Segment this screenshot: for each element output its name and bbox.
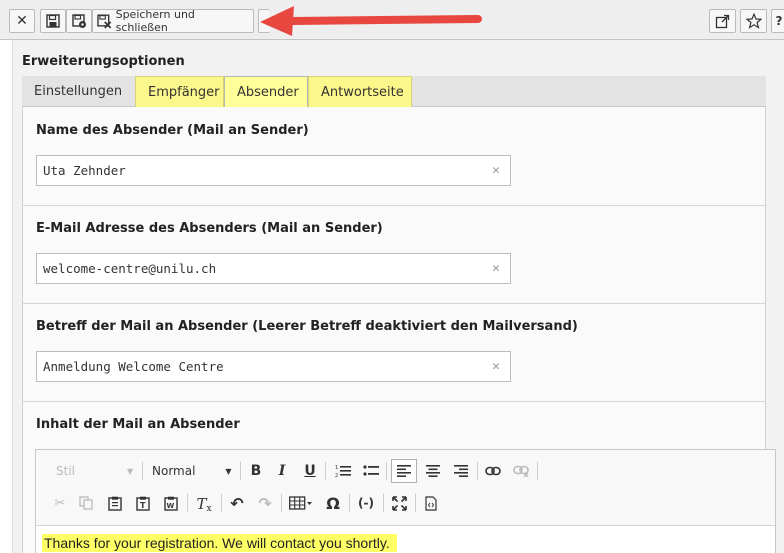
sender-name-field: Name des Absender (Mail an Sender) Uta Z… xyxy=(22,107,766,206)
paste-word-icon[interactable]: W xyxy=(161,492,181,514)
svg-text:2: 2 xyxy=(335,473,338,478)
save-button[interactable] xyxy=(40,9,66,33)
format-combo-value: Normal xyxy=(152,464,196,478)
field-label: Betreff der Mail an Absender (Leerer Bet… xyxy=(36,319,578,334)
svg-text:1: 1 xyxy=(335,465,338,471)
copy-icon[interactable] xyxy=(76,492,96,514)
toolbar-separator xyxy=(142,462,143,480)
tab-label: Antwortseite xyxy=(321,84,404,100)
style-combo[interactable]: Stil ▼ xyxy=(56,460,134,482)
link-icon[interactable] xyxy=(483,460,503,482)
sender-subject-field: Betreff der Mail an Absender (Leerer Bet… xyxy=(22,304,766,402)
toolbar-separator xyxy=(537,462,538,480)
tab-antwortseite[interactable]: Antwortseite xyxy=(308,76,412,107)
input-value: Uta Zehnder xyxy=(43,163,126,178)
toolbar-separator xyxy=(349,494,350,512)
clear-icon[interactable]: ✕ xyxy=(492,163,500,178)
special-char-icon[interactable]: Ω xyxy=(323,492,343,514)
toolbar-separator xyxy=(240,462,241,480)
toolbar-separator xyxy=(386,462,387,480)
sender-email-field: E-Mail Adresse des Absenders (Mail an Se… xyxy=(22,206,766,304)
chevron-down-icon: ▼ xyxy=(127,466,134,476)
toolbar-separator xyxy=(325,462,326,480)
save-icon xyxy=(46,14,60,28)
sender-name-input[interactable]: Uta Zehnder ✕ xyxy=(36,155,511,186)
tab-bar: Einstellungen Empfänger Absender Antwort… xyxy=(22,76,766,108)
help-icon: ? xyxy=(775,14,783,28)
table-icon[interactable] xyxy=(287,492,315,514)
close-icon: ✕ xyxy=(16,13,28,29)
field-label: Name des Absender (Mail an Sender) xyxy=(36,123,309,138)
undo-icon[interactable]: ↶ xyxy=(227,492,247,514)
format-combo[interactable]: Normal ▼ xyxy=(152,460,232,482)
input-value: Anmeldung Welcome Centre xyxy=(43,359,224,374)
paste-icon[interactable] xyxy=(105,492,125,514)
save-view-icon xyxy=(71,13,86,28)
align-right-icon[interactable] xyxy=(451,460,471,482)
rich-text-editor: Stil ▼ Normal ▼ B I U 12 ✂ T W T x ↶ ↷ Ω… xyxy=(35,449,776,553)
annotation-arrow xyxy=(260,6,482,36)
tab-label: Einstellungen xyxy=(34,84,123,99)
tab-label: Absender xyxy=(237,84,299,100)
close-button[interactable]: ✕ xyxy=(9,9,35,33)
help-button[interactable]: ? xyxy=(771,9,784,33)
source-icon[interactable] xyxy=(421,492,441,514)
italic-icon[interactable]: I xyxy=(273,460,291,482)
unlink-icon[interactable] xyxy=(511,460,531,482)
align-left-icon[interactable] xyxy=(391,459,417,483)
bullet-list-icon[interactable] xyxy=(361,460,381,482)
field-label: Inhalt der Mail an Absender xyxy=(36,417,240,432)
save-close-icon xyxy=(97,13,112,28)
toolbar-separator xyxy=(415,494,416,512)
underline-icon[interactable]: U xyxy=(301,460,319,482)
toolbar-separator xyxy=(477,462,478,480)
clear-icon[interactable]: ✕ xyxy=(492,261,500,276)
bold-icon[interactable]: B xyxy=(247,460,265,482)
redo-icon[interactable]: ↷ xyxy=(255,492,275,514)
paste-text-icon[interactable]: T xyxy=(133,492,153,514)
svg-text:T: T xyxy=(140,501,146,510)
input-value: welcome-centre@unilu.ch xyxy=(43,261,217,276)
field-label: E-Mail Adresse des Absenders (Mail an Se… xyxy=(36,221,383,236)
save-view-button[interactable] xyxy=(66,9,92,33)
toolbar-separator xyxy=(187,494,188,512)
cut-icon[interactable]: ✂ xyxy=(50,492,70,514)
bookmark-button[interactable] xyxy=(740,9,767,33)
star-icon xyxy=(745,13,762,29)
open-new-window-button[interactable] xyxy=(709,9,736,33)
soft-hyphen-icon[interactable]: (-) xyxy=(355,492,377,514)
sender-subject-input[interactable]: Anmeldung Welcome Centre ✕ xyxy=(36,351,511,382)
toolbar-separator xyxy=(221,494,222,512)
editor-body-text: Thanks for your registration. We will co… xyxy=(42,534,397,552)
tab-empfaenger[interactable]: Empfänger xyxy=(135,76,224,107)
save-and-close-button[interactable]: Speichern und schließen xyxy=(92,8,254,34)
remove-format-icon[interactable]: Tx xyxy=(193,492,215,516)
external-link-icon xyxy=(715,14,730,28)
svg-text:W: W xyxy=(167,502,175,510)
sender-email-input[interactable]: welcome-centre@unilu.ch ✕ xyxy=(36,253,511,284)
tab-label: Empfänger xyxy=(148,84,220,100)
tab-einstellungen[interactable]: Einstellungen xyxy=(22,76,134,107)
toolbar-separator xyxy=(383,494,384,512)
tab-absender[interactable]: Absender xyxy=(224,76,308,108)
editor-content-area[interactable]: Thanks for your registration. We will co… xyxy=(36,525,775,553)
save-and-close-label: Speichern und schließen xyxy=(115,8,195,34)
style-combo-value: Stil xyxy=(56,464,75,478)
numbered-list-icon[interactable]: 12 xyxy=(333,460,353,482)
align-center-icon[interactable] xyxy=(423,460,443,482)
toolbar-separator xyxy=(281,494,282,512)
maximize-icon[interactable] xyxy=(389,492,409,514)
clear-icon[interactable]: ✕ xyxy=(492,359,500,374)
section-title: Erweiterungsoptionen xyxy=(22,54,185,69)
chevron-down-icon: ▼ xyxy=(225,466,232,476)
